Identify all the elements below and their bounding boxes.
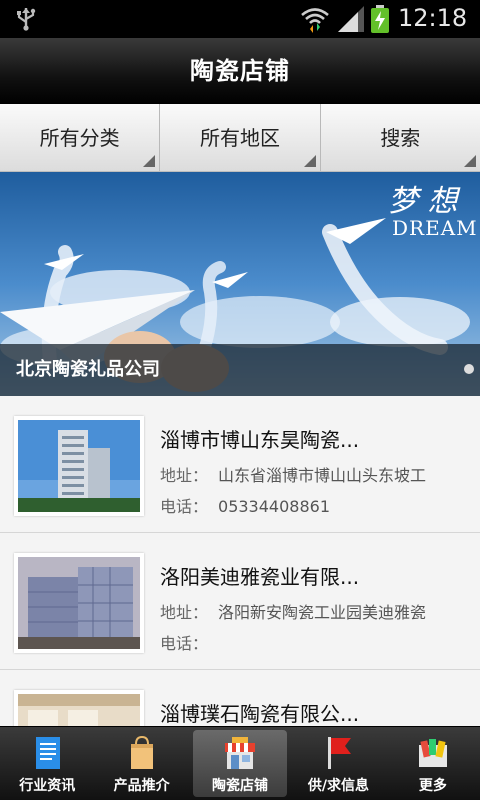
banner-overlay-cn: 梦 想 [388, 184, 458, 219]
store-phone: 电话： [160, 634, 209, 653]
store-name: 淄博市博山东昊陶瓷... [160, 428, 360, 452]
news-document-icon [36, 737, 61, 769]
promo-banner[interactable]: 梦 想 DREAM 北京陶瓷礼品公司 [0, 172, 480, 396]
store-address: 地址： 洛阳新安陶瓷工业园美迪雅瓷 [160, 603, 427, 622]
tab-more[interactable]: 更多 [386, 727, 480, 800]
carousel-dot-indicator [464, 364, 474, 374]
building-image [18, 420, 140, 512]
dropdown-corner-icon [303, 155, 316, 167]
tab-label: 陶瓷店铺 [212, 778, 269, 794]
store-address: 地址： 山东省淄博市博山山头东坡工 [160, 466, 427, 485]
tab-supply-demand[interactable]: 供/求信息 [291, 727, 385, 800]
banner-overlay-en: DREAM [392, 216, 478, 240]
building-image [18, 557, 140, 649]
banner-caption: 北京陶瓷礼品公司 [16, 359, 160, 380]
store-thumbnail [14, 553, 144, 653]
list-item[interactable]: 洛阳美迪雅瓷业有限... 地址： 洛阳新安陶瓷工业园美迪雅瓷 电话： [0, 533, 480, 670]
dropdown-corner-icon [463, 155, 476, 167]
tab-product-promotion[interactable]: 产品推介 [94, 727, 188, 800]
tab-label: 产品推介 [113, 778, 170, 794]
store-thumbnail [14, 690, 144, 726]
dropdown-corner-icon [143, 155, 156, 167]
battery-charging-icon [371, 5, 389, 33]
filter-bar: 所有分类 所有地区 搜索 [0, 104, 480, 172]
filter-region-label: 所有地区 [199, 126, 280, 150]
store-name: 洛阳美迪雅瓷业有限... [160, 565, 360, 589]
store-thumbnail [14, 416, 144, 516]
tab-label: 行业资讯 [19, 778, 76, 794]
more-cards-icon [418, 739, 447, 767]
search-button[interactable]: 搜索 [320, 104, 480, 171]
status-bar: 12:18 [0, 0, 480, 38]
filter-category-button[interactable]: 所有分类 [0, 104, 161, 171]
tab-label: 供/求信息 [307, 778, 369, 794]
tab-industry-news[interactable]: 行业资讯 [0, 727, 94, 800]
list-item[interactable]: 淄博璞石陶瓷有限公... [0, 670, 480, 726]
store-list: 淄博市博山东昊陶瓷... 地址： 山东省淄博市博山山头东坡工 电话： 0533440… [0, 396, 480, 726]
flag-icon [328, 737, 352, 769]
shopping-bag-icon [130, 735, 153, 769]
filter-region-button[interactable]: 所有地区 [160, 104, 321, 171]
status-time: 12:18 [398, 4, 468, 32]
signal-icon [338, 6, 364, 32]
list-item[interactable]: 淄博市博山东昊陶瓷... 地址： 山东省淄博市博山山头东坡工 电话： 0533440… [0, 396, 480, 533]
interior-image [18, 694, 140, 726]
search-label: 搜索 [380, 126, 421, 150]
tab-ceramic-stores[interactable]: 陶瓷店铺 [192, 730, 288, 797]
store-name: 淄博璞石陶瓷有限公... [160, 702, 360, 726]
bottom-tab-bar: 行业资讯 产品推介 陶瓷店铺 供/求信息 更多 [0, 726, 480, 800]
store-phone: 电话： 05334408861 [160, 497, 330, 516]
tab-label: 更多 [418, 778, 447, 794]
page-title: 陶瓷店铺 [0, 38, 480, 104]
storefront-icon [225, 737, 256, 769]
usb-icon [17, 8, 36, 31]
wifi-icon [301, 8, 329, 33]
banner-caption-bar: 北京陶瓷礼品公司 [0, 344, 480, 396]
filter-category-label: 所有分类 [39, 126, 120, 150]
